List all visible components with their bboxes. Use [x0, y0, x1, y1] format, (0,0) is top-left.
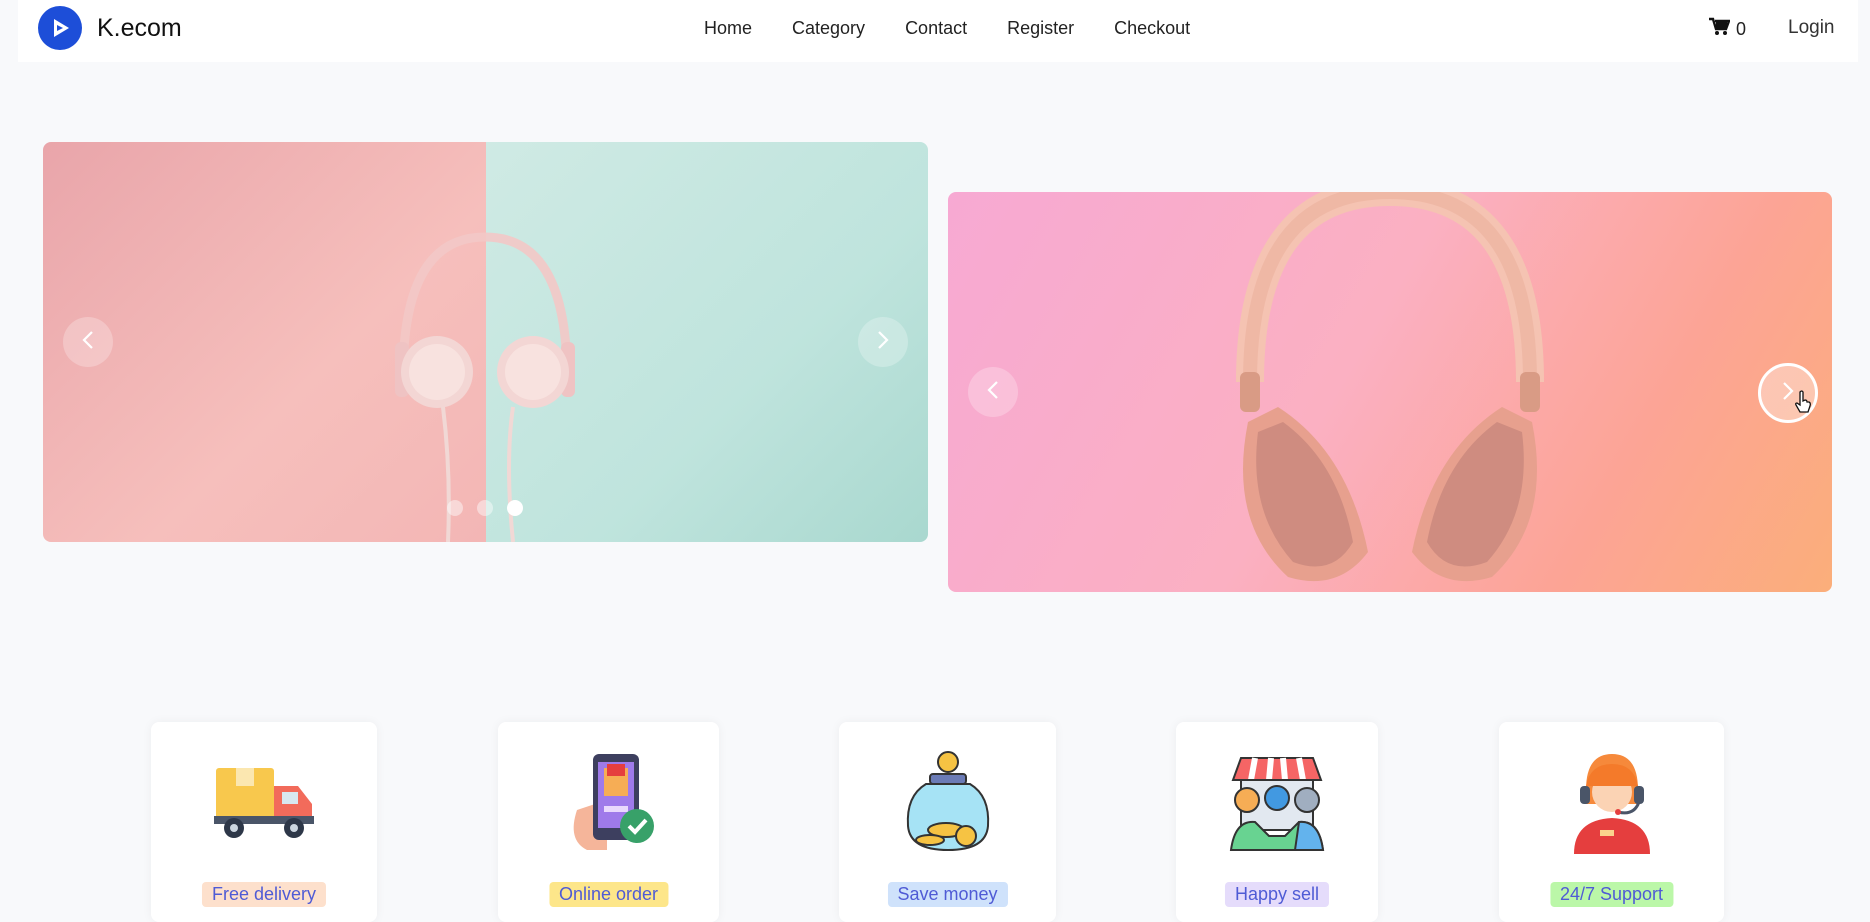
- feature-card-online-order: Online order: [498, 722, 719, 922]
- nav-home[interactable]: Home: [704, 18, 752, 39]
- brand[interactable]: K.ecom: [38, 6, 182, 50]
- carousel-dot-active[interactable]: [507, 500, 523, 516]
- hand-cursor-icon: [1794, 390, 1812, 419]
- headphones-image: [1236, 192, 1544, 582]
- feature-card-support: 24/7 Support: [1499, 722, 1724, 922]
- feature-label: Online order: [548, 882, 669, 907]
- cart-icon: [1708, 17, 1731, 42]
- nav-contact[interactable]: Contact: [905, 18, 967, 39]
- feature-card-free-delivery: Free delivery: [151, 722, 377, 922]
- nav-checkout[interactable]: Checkout: [1114, 18, 1190, 39]
- money-jar-icon: [896, 750, 1000, 854]
- nav-category[interactable]: Category: [792, 18, 865, 39]
- feature-card-save-money: Save money: [839, 722, 1056, 922]
- login-link[interactable]: Login: [1788, 17, 1835, 39]
- cart-button[interactable]: 0: [1708, 17, 1746, 42]
- carousel-indicators: [447, 500, 523, 516]
- carousel-dot[interactable]: [447, 500, 463, 516]
- phone-order-icon: [557, 750, 661, 854]
- feature-label: Save money: [887, 882, 1008, 907]
- feature-label: Happy sell: [1224, 882, 1330, 907]
- nav-links: Home Category Contact Register Checkout: [704, 18, 1230, 39]
- feature-card-happy-sell: Happy sell: [1176, 722, 1378, 922]
- cart-count: 0: [1736, 19, 1747, 39]
- chevron-right-icon: [876, 330, 890, 355]
- carousel-left-prev-button[interactable]: [63, 317, 113, 367]
- chevron-right-icon: [1781, 381, 1795, 406]
- shop-icon: [1225, 750, 1329, 854]
- brand-name: K.ecom: [97, 13, 182, 42]
- carousel-right: [948, 192, 1832, 592]
- nav-register[interactable]: Register: [1007, 18, 1074, 39]
- carousel-right-prev-button[interactable]: [968, 367, 1018, 417]
- chevron-left-icon: [81, 330, 95, 355]
- navbar: K.ecom Home Category Contact Register Ch…: [18, 0, 1858, 62]
- carousel-left-next-button[interactable]: [858, 317, 908, 367]
- feature-label: Free delivery: [201, 882, 327, 907]
- delivery-truck-icon: [212, 750, 316, 854]
- carousel-dot[interactable]: [477, 500, 493, 516]
- play-logo-icon: [38, 6, 82, 50]
- carousel-left: [43, 142, 928, 542]
- headphones-image: [395, 232, 575, 542]
- chevron-left-icon: [986, 380, 1000, 405]
- support-agent-icon: [1560, 750, 1664, 854]
- feature-label: 24/7 Support: [1549, 882, 1674, 907]
